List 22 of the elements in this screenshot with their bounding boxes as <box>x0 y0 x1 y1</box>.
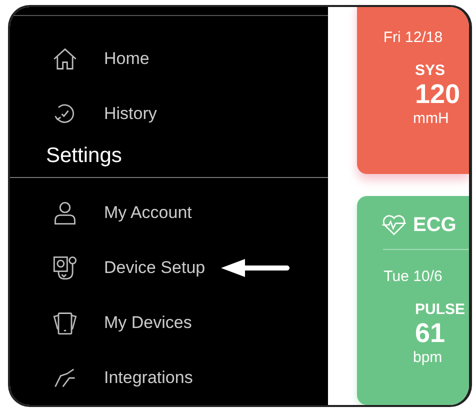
nav-item[interactable]: My Account <box>104 202 192 223</box>
arrow-icon <box>219 258 292 278</box>
device-icon <box>52 254 78 281</box>
reading-date: Fri 12/18 <box>383 29 443 46</box>
nav-item[interactable]: History <box>104 104 157 124</box>
metric-unit: mmH <box>413 110 449 127</box>
metric-label: SYS <box>415 62 446 79</box>
person-icon <box>52 200 78 226</box>
section-title: Settings <box>46 144 122 168</box>
metric-value: 120 <box>415 79 460 110</box>
reading-date: Tue 10/6 <box>384 268 442 285</box>
nav-item[interactable]: Device Setup <box>104 258 206 278</box>
card-title: ECG <box>413 214 456 237</box>
nav-item[interactable]: My Devices <box>104 312 192 333</box>
phones-icon <box>52 310 78 336</box>
home-icon <box>52 46 78 72</box>
nav-item[interactable]: Integrations <box>104 368 193 388</box>
nav-item[interactable]: Home <box>104 49 150 70</box>
metric-value: 61 <box>415 318 446 349</box>
metric-label: PULSE <box>415 300 466 318</box>
metric-unit: bpm <box>413 348 442 366</box>
heart-pulse-icon <box>381 214 407 236</box>
